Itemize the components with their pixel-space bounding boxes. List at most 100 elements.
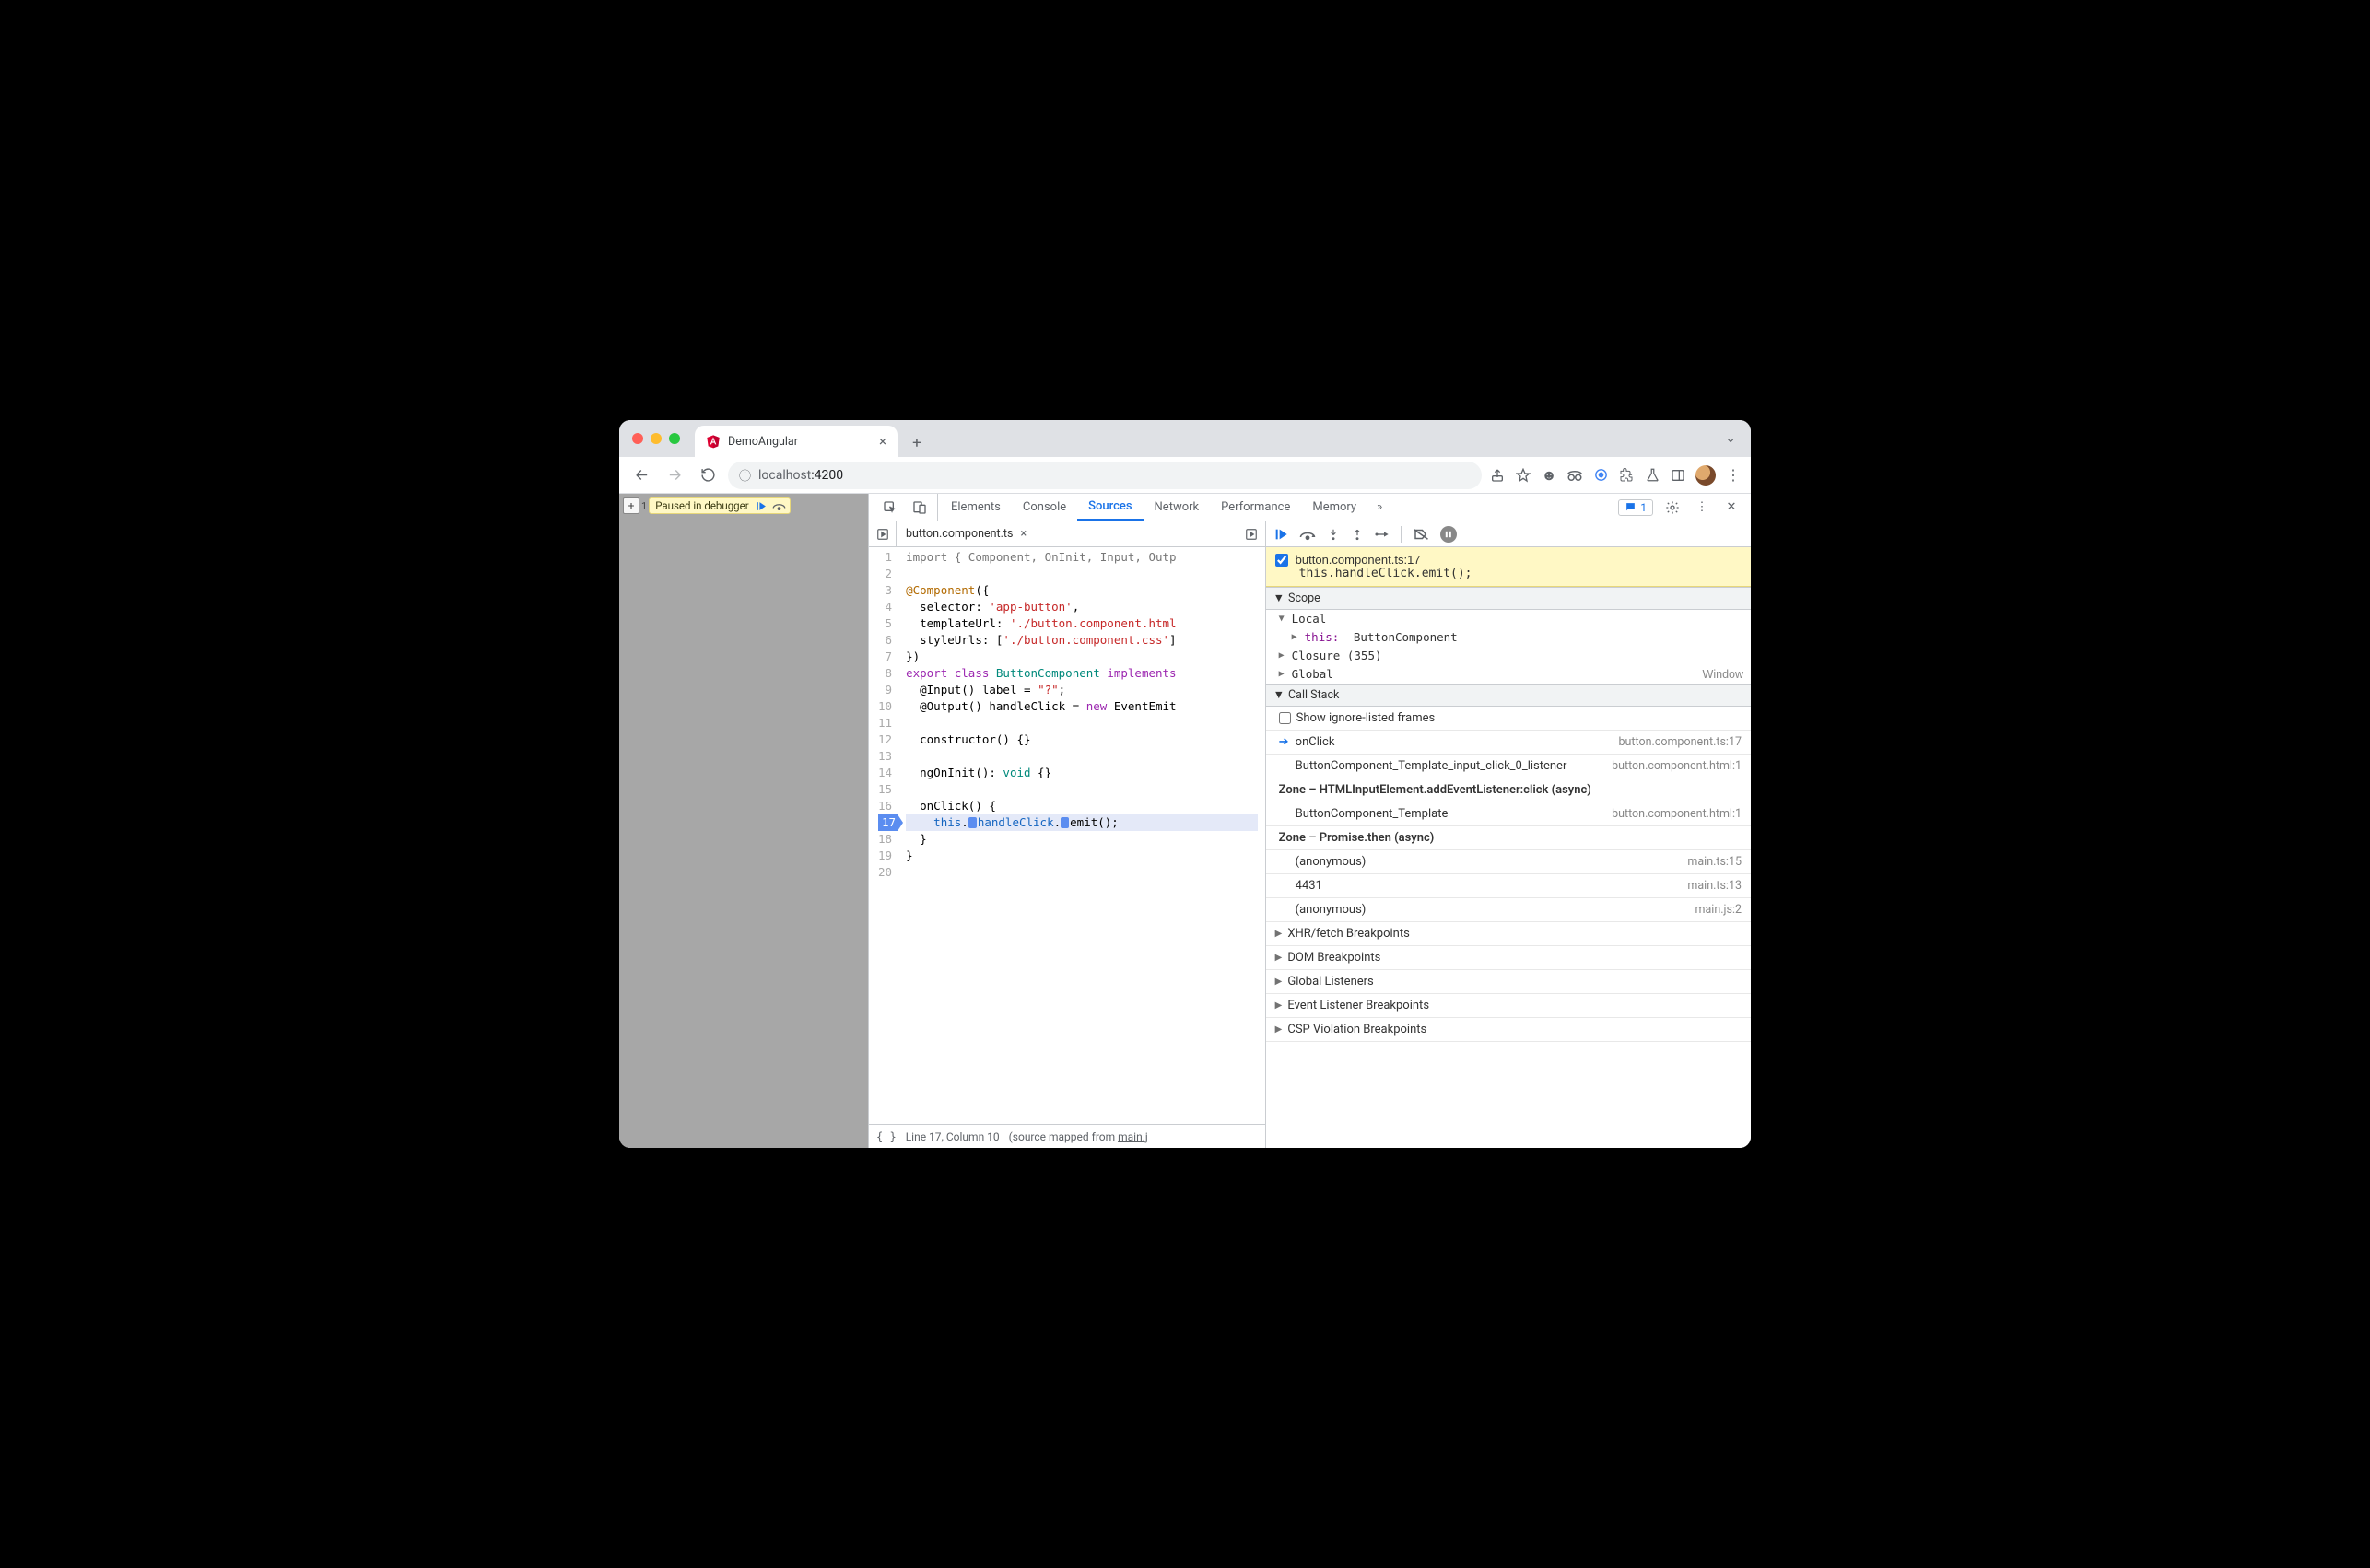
step-out-icon[interactable] — [1351, 527, 1364, 542]
breakpoint-location[interactable]: button.component.ts:17 — [1296, 553, 1421, 567]
navigator-toggle-icon[interactable] — [869, 521, 897, 546]
line-number[interactable]: 17 — [878, 814, 898, 831]
extension-icon-1[interactable]: ☻ — [1541, 467, 1557, 484]
line-number[interactable]: 6 — [878, 632, 892, 649]
devtools-menu-icon[interactable]: ⋮ — [1692, 497, 1712, 518]
bookmark-star-icon[interactable] — [1515, 467, 1531, 484]
scope-this[interactable]: ▶this: ButtonComponent — [1266, 628, 1751, 647]
line-number[interactable]: 19 — [878, 848, 892, 864]
stack-frame[interactable]: (anonymous)main.ts:15 — [1266, 850, 1751, 874]
code-line[interactable]: constructor() {} — [906, 731, 1258, 748]
info-icon[interactable]: ⓘ — [739, 466, 751, 484]
browser-tab-active[interactable]: DemoAngular × — [695, 426, 898, 457]
section-csp-violation-breakpoints[interactable]: ▶CSP Violation Breakpoints — [1266, 1018, 1751, 1042]
extension-icon-eye[interactable] — [1592, 467, 1609, 484]
code-line[interactable] — [906, 748, 1258, 765]
devtools-tab-performance[interactable]: Performance — [1210, 494, 1301, 521]
reload-button[interactable] — [695, 462, 721, 488]
line-number[interactable]: 18 — [878, 831, 892, 848]
line-number[interactable]: 5 — [878, 615, 892, 632]
section-event-listener-breakpoints[interactable]: ▶Event Listener Breakpoints — [1266, 994, 1751, 1018]
code-line[interactable]: @Component({ — [906, 582, 1258, 599]
code-line[interactable]: import { Component, OnInit, Input, Outp — [906, 549, 1258, 566]
scope-global[interactable]: ▶GlobalWindow — [1266, 665, 1751, 684]
code-line[interactable]: selector: 'app-button', — [906, 599, 1258, 615]
breakpoint-enabled-checkbox[interactable] — [1275, 554, 1288, 567]
line-number[interactable]: 2 — [878, 566, 892, 582]
share-icon[interactable] — [1489, 467, 1506, 484]
file-tab-active[interactable]: button.component.ts × — [897, 521, 1036, 546]
ignore-frames-checkbox[interactable] — [1279, 712, 1291, 724]
new-tab-button[interactable]: + — [903, 429, 931, 457]
line-number[interactable]: 12 — [878, 731, 892, 748]
forward-button[interactable] — [662, 462, 687, 488]
section-xhr-fetch-breakpoints[interactable]: ▶XHR/fetch Breakpoints — [1266, 922, 1751, 946]
line-number[interactable]: 3 — [878, 582, 892, 599]
section-callstack[interactable]: ▼Call Stack — [1266, 684, 1751, 707]
add-breakpoint-button[interactable]: + — [623, 497, 639, 514]
step-into-icon[interactable] — [1327, 527, 1340, 542]
line-number[interactable]: 9 — [878, 682, 892, 698]
step-over-icon[interactable] — [772, 500, 786, 511]
scope-closure[interactable]: ▶Closure (355) — [1266, 647, 1751, 665]
code-line[interactable]: export class ButtonComponent implements — [906, 665, 1258, 682]
code-line[interactable]: @Input() label = "?"; — [906, 682, 1258, 698]
stack-frame[interactable]: (anonymous)main.js:2 — [1266, 898, 1751, 922]
window-zoom-button[interactable] — [669, 433, 680, 444]
tabs-overflow-icon[interactable]: » — [1369, 500, 1390, 514]
issues-button[interactable]: 1 — [1618, 499, 1653, 516]
code-line[interactable]: ngOnInit(): void {} — [906, 765, 1258, 781]
extensions-puzzle-icon[interactable] — [1618, 467, 1635, 484]
labs-flask-icon[interactable] — [1644, 467, 1660, 484]
profile-avatar[interactable] — [1695, 465, 1716, 486]
deactivate-breakpoints-icon[interactable] — [1413, 527, 1429, 542]
devtools-close-icon[interactable]: ✕ — [1721, 497, 1742, 518]
devtools-tab-network[interactable]: Network — [1144, 494, 1211, 521]
stack-zone-divider[interactable]: Zone – HTMLInputElement.addEventListener… — [1266, 778, 1751, 802]
code-line[interactable]: } — [906, 848, 1258, 864]
code-editor[interactable]: 1234567891011121314151617181920 import {… — [869, 547, 1265, 1124]
line-number[interactable]: 8 — [878, 665, 892, 682]
code-line[interactable]: @Output() handleClick = new EventEmit — [906, 698, 1258, 715]
ignore-frames-toggle[interactable]: Show ignore-listed frames — [1266, 707, 1751, 731]
code-line[interactable] — [906, 715, 1258, 731]
code-line[interactable] — [906, 781, 1258, 798]
section-scope[interactable]: ▼Scope — [1266, 587, 1751, 610]
pretty-print-icon[interactable]: { } — [876, 1130, 897, 1143]
stack-frame[interactable]: 4431main.ts:13 — [1266, 874, 1751, 898]
back-button[interactable] — [628, 462, 654, 488]
window-minimize-button[interactable] — [651, 433, 662, 444]
resume-icon[interactable] — [755, 500, 767, 512]
settings-gear-icon[interactable] — [1662, 497, 1683, 518]
resume-icon[interactable] — [1273, 527, 1288, 542]
source-map-link[interactable]: main.j — [1118, 1130, 1148, 1143]
code-line[interactable]: } — [906, 831, 1258, 848]
tabs-dropdown-icon[interactable]: ⌄ — [1719, 431, 1742, 446]
extension-icon-incognito[interactable] — [1566, 467, 1583, 484]
line-number[interactable]: 11 — [878, 715, 892, 731]
url-input[interactable]: ⓘ localhost:4200 — [728, 462, 1482, 489]
code-line[interactable]: }) — [906, 649, 1258, 665]
window-close-button[interactable] — [632, 433, 643, 444]
stack-frame[interactable]: ➔onClickbutton.component.ts:17 — [1266, 731, 1751, 755]
code-line[interactable]: templateUrl: './button.component.html — [906, 615, 1258, 632]
line-number[interactable]: 4 — [878, 599, 892, 615]
inspect-element-icon[interactable] — [880, 497, 900, 518]
stack-frame[interactable]: ButtonComponent_Templatebutton.component… — [1266, 802, 1751, 826]
section-dom-breakpoints[interactable]: ▶DOM Breakpoints — [1266, 946, 1751, 970]
section-global-listeners[interactable]: ▶Global Listeners — [1266, 970, 1751, 994]
device-toggle-icon[interactable] — [909, 497, 930, 518]
line-number[interactable]: 1 — [878, 549, 892, 566]
close-icon[interactable]: × — [1020, 527, 1027, 541]
stack-frame[interactable]: ButtonComponent_Template_input_click_0_l… — [1266, 755, 1751, 778]
debugger-toggle-icon[interactable] — [1238, 521, 1265, 546]
devtools-tab-console[interactable]: Console — [1012, 494, 1077, 521]
line-number[interactable]: 20 — [878, 864, 892, 881]
devtools-tab-memory[interactable]: Memory — [1301, 494, 1367, 521]
code-line[interactable]: this.handleClick.emit(); — [906, 814, 1258, 831]
close-icon[interactable]: × — [879, 433, 886, 450]
code-line[interactable]: onClick() { — [906, 798, 1258, 814]
line-number[interactable]: 10 — [878, 698, 892, 715]
devtools-tab-elements[interactable]: Elements — [940, 494, 1012, 521]
scope-local[interactable]: ▼Local — [1266, 610, 1751, 628]
